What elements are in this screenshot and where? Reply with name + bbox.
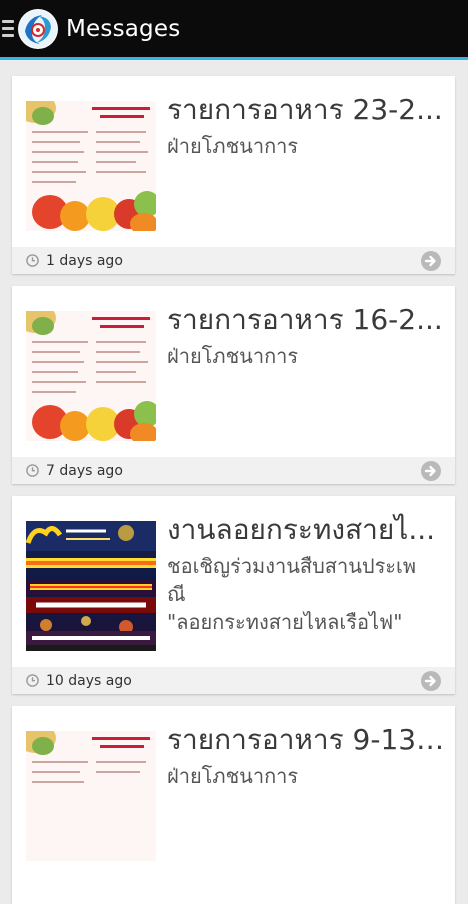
arrow-right-icon[interactable] <box>421 461 441 481</box>
message-time: 10 days ago <box>46 672 132 689</box>
arrow-right-icon[interactable] <box>421 251 441 271</box>
message-card[interactable]: รายการอาหาร 23-2... ฝ่ายโภชนาการ 1 days … <box>12 76 455 274</box>
clock-icon <box>26 464 39 477</box>
action-bar: Messages <box>0 0 468 60</box>
clock-icon <box>26 674 39 687</box>
message-card[interactable]: รายการอาหาร 16-2... ฝ่ายโภชนาการ 7 days … <box>12 286 455 484</box>
message-footer: 1 days ago <box>12 247 455 274</box>
message-title: รายการอาหาร 9-13 ... <box>167 723 445 756</box>
message-title: รายการอาหาร 16-2... <box>167 303 443 336</box>
hamburger-menu-icon[interactable] <box>2 20 14 37</box>
message-card[interactable]: งานลอยกระทงสายไ... ชอเชิญร่วมงานสืบสานปร… <box>12 496 455 694</box>
clock-icon <box>26 254 39 267</box>
food-menu-thumbnail <box>26 311 156 441</box>
message-subtitle: ฝ่ายโภชนาการ <box>167 764 299 788</box>
message-subtitle: ฝ่ายโภชนาการ <box>167 134 299 158</box>
message-card[interactable]: รายการอาหาร 9-13 ... ฝ่ายโภชนาการ <box>12 706 455 904</box>
message-subtitle: ชอเชิญร่วมงานสืบสานประเพ ณี "ลอยกระทงสาย… <box>167 552 445 636</box>
arrow-right-icon[interactable] <box>421 671 441 691</box>
app-title: Messages <box>66 15 181 42</box>
message-time: 7 days ago <box>46 462 123 479</box>
message-subtitle-line: ณี <box>167 582 186 606</box>
food-menu-thumbnail <box>26 731 156 861</box>
message-subtitle-line: ชอเชิญร่วมงานสืบสานประเพ <box>167 554 417 578</box>
festival-poster-thumbnail <box>26 521 156 651</box>
message-title: งานลอยกระทงสายไ... <box>167 513 436 546</box>
message-time: 1 days ago <box>46 252 123 269</box>
message-footer: 7 days ago <box>12 457 455 484</box>
message-footer: 10 days ago <box>12 667 455 694</box>
school-logo-icon[interactable] <box>18 8 58 49</box>
message-title: รายการอาหาร 23-2... <box>167 93 443 126</box>
food-menu-thumbnail <box>26 101 156 231</box>
message-subtitle: ฝ่ายโภชนาการ <box>167 344 299 368</box>
message-subtitle-line: "ลอยกระทงสายไหลเรือไฟ" <box>167 610 403 634</box>
